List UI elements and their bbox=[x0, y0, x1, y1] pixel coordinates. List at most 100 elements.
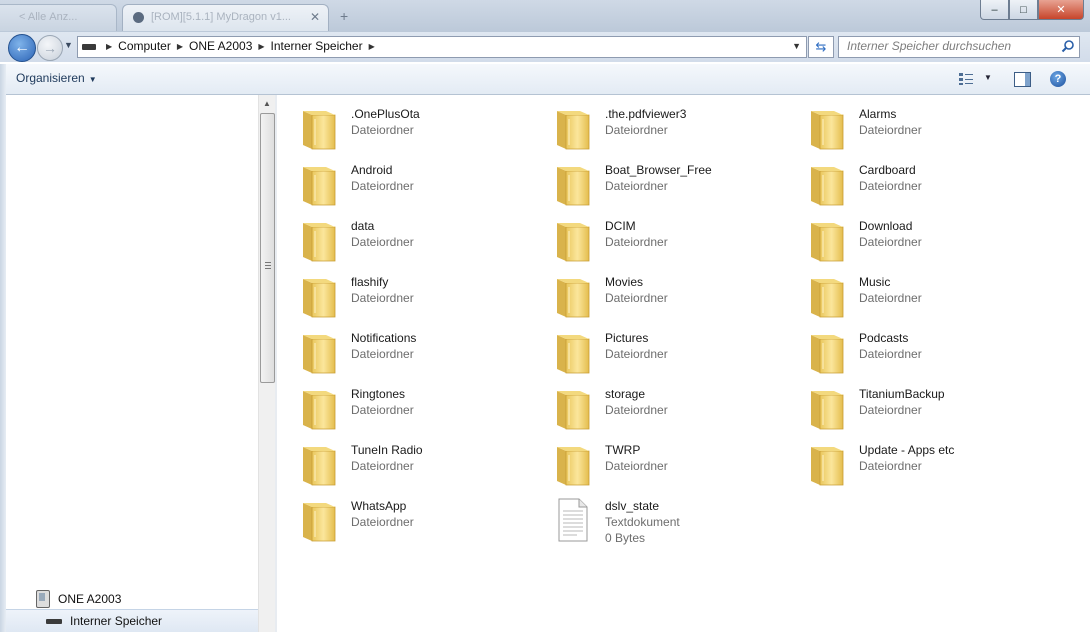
nav-item-label: Interner Speicher bbox=[70, 614, 163, 628]
view-options-dropdown-icon[interactable]: ▼ bbox=[984, 73, 992, 82]
item-name: Boat_Browser_Free bbox=[605, 163, 712, 177]
item-name: .the.pdfviewer3 bbox=[605, 107, 687, 121]
item-type: Dateiordner bbox=[351, 235, 414, 249]
close-tab-icon[interactable]: ✕ bbox=[310, 10, 320, 24]
preview-pane-icon[interactable] bbox=[1014, 72, 1031, 87]
item-name: Android bbox=[351, 163, 393, 177]
folder-item[interactable]: Music Dateiordner bbox=[807, 273, 1047, 323]
arrow-left-icon: ← bbox=[14, 39, 30, 56]
item-type: Dateiordner bbox=[351, 347, 414, 361]
address-history-dropdown-icon[interactable]: ▼ bbox=[792, 41, 801, 51]
item-name: data bbox=[351, 219, 375, 233]
forward-button[interactable]: → bbox=[37, 35, 63, 61]
folder-icon bbox=[303, 111, 336, 150]
drive-icon bbox=[46, 618, 62, 624]
item-name: Notifications bbox=[351, 331, 417, 345]
folder-item[interactable]: TitaniumBackup Dateiordner bbox=[807, 385, 1047, 435]
phone-icon bbox=[36, 590, 50, 608]
folder-item[interactable]: storage Dateiordner bbox=[553, 385, 793, 435]
help-icon[interactable]: ? bbox=[1050, 71, 1066, 87]
page-icon bbox=[133, 12, 144, 23]
item-type: Dateiordner bbox=[605, 235, 668, 249]
item-type: Textdokument bbox=[605, 515, 680, 529]
item-name: WhatsApp bbox=[351, 499, 407, 513]
item-type: Dateiordner bbox=[351, 291, 414, 305]
item-name: .OnePlusOta bbox=[351, 107, 420, 121]
item-name: storage bbox=[605, 387, 646, 401]
folder-item[interactable]: data Dateiordner bbox=[299, 217, 539, 267]
folder-item[interactable]: TuneIn Radio Dateiordner bbox=[299, 441, 539, 491]
address-bar[interactable]: ▶ Computer ▶ ONE A2003 ▶ Interner Speich… bbox=[77, 36, 807, 58]
maximize-button[interactable]: □ bbox=[1009, 0, 1038, 20]
close-button[interactable]: ✕ bbox=[1038, 0, 1084, 20]
tab-label: < Alle Anz... bbox=[19, 11, 78, 23]
item-type: Dateiordner bbox=[605, 179, 668, 193]
folder-icon bbox=[811, 111, 844, 150]
folder-icon bbox=[811, 447, 844, 486]
folder-item[interactable]: Podcasts Dateiordner bbox=[807, 329, 1047, 379]
folder-item[interactable]: Boat_Browser_Free Dateiordner bbox=[553, 161, 793, 211]
folder-item[interactable]: DCIM Dateiordner bbox=[553, 217, 793, 267]
scrollbar-thumb[interactable] bbox=[260, 113, 275, 383]
file-list: .OnePlusOta Dateiordner .the.pdfviewer3 Da… bbox=[277, 95, 1090, 632]
chevron-right-icon[interactable]: ▶ bbox=[106, 42, 112, 51]
search-icon[interactable] bbox=[1061, 39, 1075, 53]
grip-icon bbox=[265, 262, 271, 263]
item-name: Music bbox=[859, 275, 891, 289]
item-name: TWRP bbox=[605, 443, 641, 457]
item-type: Dateiordner bbox=[351, 403, 414, 417]
item-type: Dateiordner bbox=[605, 459, 668, 473]
organize-label: Organisieren bbox=[16, 71, 85, 85]
nav-item-internal-storage[interactable]: Interner Speicher bbox=[6, 609, 258, 632]
folder-item[interactable]: Download Dateiordner bbox=[807, 217, 1047, 267]
change-view-icon[interactable] bbox=[958, 72, 974, 86]
search-box[interactable] bbox=[838, 36, 1080, 58]
nav-item-device[interactable]: ONE A2003 bbox=[36, 590, 121, 608]
breadcrumb-storage[interactable]: Interner Speicher bbox=[271, 39, 363, 53]
refresh-button[interactable]: ⇆ bbox=[808, 36, 834, 58]
item-name: Alarms bbox=[859, 107, 897, 121]
chevron-right-icon[interactable]: ▶ bbox=[369, 42, 375, 51]
scroll-up-icon[interactable]: ▲ bbox=[263, 99, 271, 108]
folder-item[interactable]: Android Dateiordner bbox=[299, 161, 539, 211]
folder-item[interactable]: Movies Dateiordner bbox=[553, 273, 793, 323]
new-tab-icon[interactable]: + bbox=[340, 8, 348, 24]
folder-item[interactable]: Ringtones Dateiordner bbox=[299, 385, 539, 435]
recent-pages-dropdown-icon[interactable]: ▼ bbox=[64, 40, 73, 50]
folder-icon bbox=[303, 335, 336, 374]
item-name: Cardboard bbox=[859, 163, 916, 177]
folder-icon bbox=[303, 391, 336, 430]
folder-item[interactable]: Update - Apps etc Dateiordner bbox=[807, 441, 1047, 491]
title-bar: < Alle Anz... [ROM][5.1.1] MyDragon v1..… bbox=[0, 0, 1090, 32]
folder-item[interactable]: Cardboard Dateiordner bbox=[807, 161, 1047, 211]
breadcrumb: ▶ Computer ▶ ONE A2003 ▶ Interner Speich… bbox=[100, 39, 381, 53]
chevron-right-icon[interactable]: ▶ bbox=[258, 42, 264, 51]
nav-pane-scrollbar[interactable]: ▲ bbox=[258, 95, 275, 632]
item-name: Movies bbox=[605, 275, 644, 289]
browser-tab-inactive[interactable]: < Alle Anz... bbox=[0, 4, 117, 31]
folder-item[interactable]: .OnePlusOta Dateiordner bbox=[299, 105, 539, 155]
folder-icon bbox=[303, 167, 336, 206]
folder-icon bbox=[303, 279, 336, 318]
folder-item[interactable]: .the.pdfviewer3 Dateiordner bbox=[553, 105, 793, 155]
item-name: flashify bbox=[351, 275, 389, 289]
nav-item-label: ONE A2003 bbox=[58, 592, 122, 606]
file-item[interactable]: dslv_state Textdokument 0 Bytes bbox=[553, 497, 793, 547]
item-type: Dateiordner bbox=[351, 179, 414, 193]
back-button[interactable]: ← bbox=[8, 34, 36, 62]
folder-item[interactable]: Alarms Dateiordner bbox=[807, 105, 1047, 155]
folder-item[interactable]: TWRP Dateiordner bbox=[553, 441, 793, 491]
folder-item[interactable]: Notifications Dateiordner bbox=[299, 329, 539, 379]
chevron-down-icon: ▼ bbox=[88, 75, 97, 84]
organize-menu-button[interactable]: Organisieren ▼ bbox=[16, 71, 97, 85]
browser-tab-active[interactable]: [ROM][5.1.1] MyDragon v1... ✕ bbox=[122, 4, 329, 31]
item-name: dslv_state bbox=[605, 499, 660, 513]
folder-item[interactable]: WhatsApp Dateiordner bbox=[299, 497, 539, 547]
breadcrumb-computer[interactable]: Computer bbox=[118, 39, 171, 53]
search-input[interactable] bbox=[839, 37, 1057, 55]
folder-item[interactable]: flashify Dateiordner bbox=[299, 273, 539, 323]
folder-item[interactable]: Pictures Dateiordner bbox=[553, 329, 793, 379]
breadcrumb-device[interactable]: ONE A2003 bbox=[189, 39, 252, 53]
minimize-button[interactable]: – bbox=[980, 0, 1009, 20]
chevron-right-icon[interactable]: ▶ bbox=[177, 42, 183, 51]
